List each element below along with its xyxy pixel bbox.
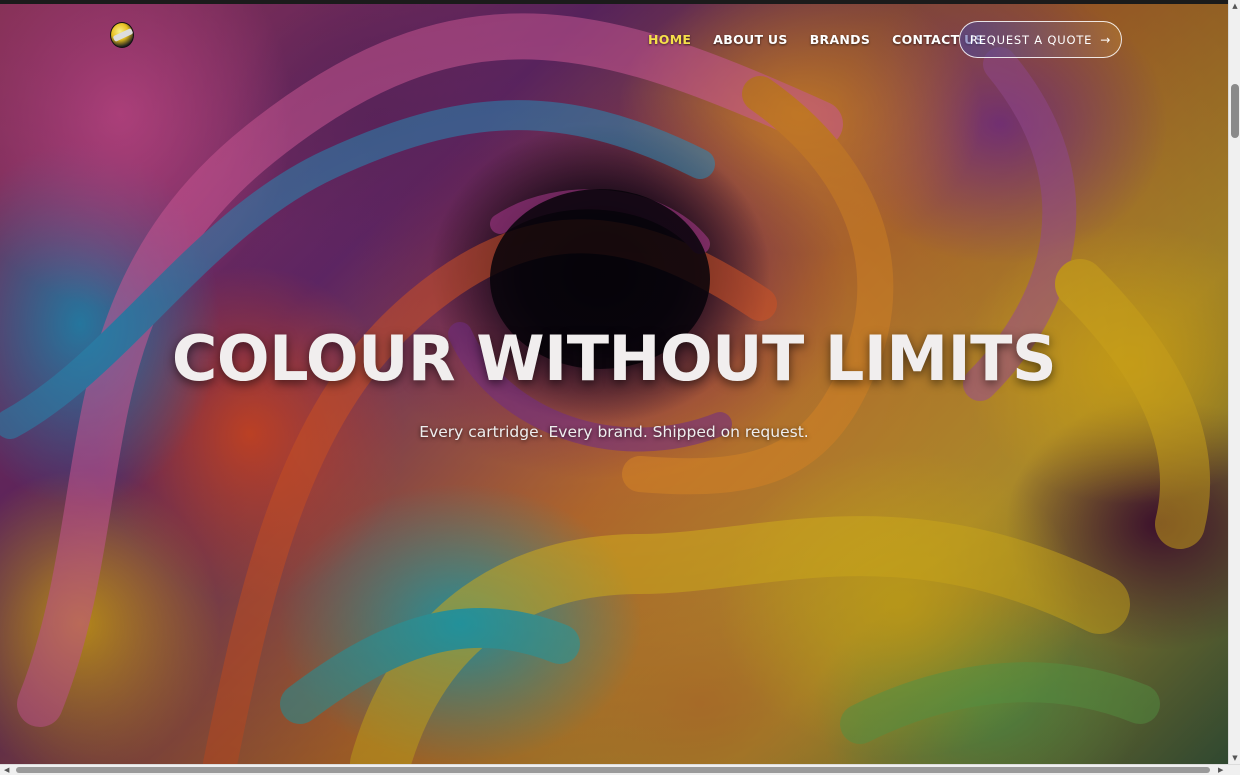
request-quote-label: REQUEST A QUOTE (969, 32, 1093, 47)
main-nav: HOME ABOUT US BRANDS CONTACT US (648, 32, 984, 47)
scroll-down-icon[interactable]: ▼ (1231, 754, 1239, 762)
hero-subtitle: Every cartridge. Every brand. Shipped on… (419, 423, 809, 441)
brand-logo-icon[interactable] (110, 22, 134, 48)
request-quote-button[interactable]: REQUEST A QUOTE → (959, 21, 1122, 58)
arrow-right-icon: → (1100, 32, 1112, 47)
nav-brands[interactable]: BRANDS (810, 32, 870, 47)
hero-title: COLOUR WITHOUT LIMITS (171, 322, 1057, 395)
nav-home[interactable]: HOME (648, 32, 691, 47)
page-viewport: HOME ABOUT US BRANDS CONTACT US REQUEST … (0, 0, 1228, 764)
scroll-right-icon[interactable]: ▶ (1218, 765, 1223, 775)
horizontal-scrollbar-thumb[interactable] (16, 767, 1210, 773)
nav-about-us[interactable]: ABOUT US (713, 32, 787, 47)
vertical-scrollbar-thumb[interactable] (1231, 84, 1239, 138)
logo-band (112, 28, 134, 42)
scroll-up-icon[interactable]: ▲ (1231, 2, 1239, 10)
vertical-scrollbar[interactable]: ▲ ▼ (1228, 0, 1240, 764)
site-header: HOME ABOUT US BRANDS CONTACT US REQUEST … (0, 4, 1228, 70)
horizontal-scrollbar[interactable]: ◀ ▶ (0, 764, 1240, 775)
scroll-left-icon[interactable]: ◀ (4, 765, 9, 775)
